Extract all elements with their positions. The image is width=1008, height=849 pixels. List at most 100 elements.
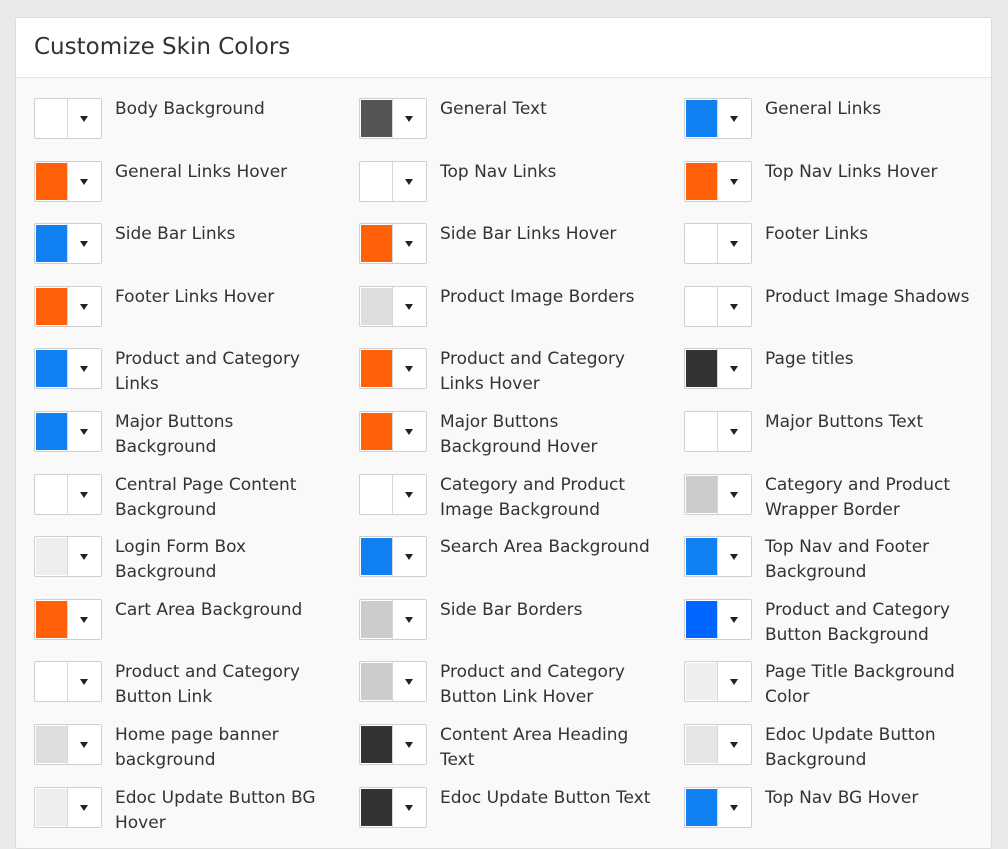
color-swatch[interactable] [686, 162, 719, 200]
color-picker-page-titles[interactable] [684, 348, 752, 390]
dropdown-toggle[interactable] [67, 474, 101, 514]
color-swatch[interactable] [36, 663, 69, 701]
color-swatch[interactable] [686, 538, 719, 576]
dropdown-toggle[interactable] [717, 537, 751, 577]
color-swatch[interactable] [686, 412, 719, 450]
color-swatch[interactable] [36, 475, 69, 513]
color-picker-side-bar-links[interactable] [34, 223, 102, 265]
color-picker-cart-area-background[interactable] [34, 598, 102, 640]
color-picker-category-and-product-wrapper-border[interactable] [684, 473, 752, 515]
color-swatch[interactable] [686, 225, 719, 263]
color-picker-major-buttons-text[interactable] [684, 410, 752, 452]
color-picker-general-text[interactable] [359, 98, 427, 139]
dropdown-toggle[interactable] [392, 349, 426, 389]
dropdown-toggle[interactable] [717, 161, 751, 201]
color-picker-general-links-hover[interactable] [34, 160, 102, 202]
color-picker-category-and-product-image-background[interactable] [359, 473, 427, 515]
color-swatch[interactable] [686, 788, 719, 826]
color-swatch[interactable] [686, 600, 719, 638]
color-swatch[interactable] [361, 600, 394, 638]
color-picker-top-nav-and-footer-background[interactable] [684, 536, 752, 578]
dropdown-toggle[interactable] [67, 411, 101, 451]
color-swatch[interactable] [36, 788, 69, 826]
color-swatch[interactable] [361, 538, 394, 576]
color-picker-footer-links-hover[interactable] [34, 285, 102, 327]
color-swatch[interactable] [36, 600, 69, 638]
color-swatch[interactable] [361, 725, 394, 763]
color-picker-product-and-category-button-link-hover[interactable] [359, 661, 427, 703]
color-picker-edoc-update-button-bg-hover[interactable] [34, 786, 102, 828]
color-swatch[interactable] [36, 100, 69, 137]
dropdown-toggle[interactable] [392, 724, 426, 764]
dropdown-toggle[interactable] [392, 474, 426, 514]
dropdown-toggle[interactable] [392, 224, 426, 264]
dropdown-toggle[interactable] [392, 99, 426, 138]
color-swatch[interactable] [361, 475, 394, 513]
color-picker-general-links[interactable] [684, 98, 752, 139]
color-swatch[interactable] [36, 538, 69, 576]
color-picker-top-nav-bg-hover[interactable] [684, 786, 752, 828]
color-swatch[interactable] [361, 225, 394, 263]
color-picker-product-and-category-links-hover[interactable] [359, 348, 427, 390]
color-swatch[interactable] [36, 162, 69, 200]
color-swatch[interactable] [686, 725, 719, 763]
dropdown-toggle[interactable] [67, 161, 101, 201]
dropdown-toggle[interactable] [67, 224, 101, 264]
dropdown-toggle[interactable] [67, 599, 101, 639]
dropdown-toggle[interactable] [67, 724, 101, 764]
dropdown-toggle[interactable] [717, 349, 751, 389]
dropdown-toggle[interactable] [717, 474, 751, 514]
color-picker-product-and-category-links[interactable] [34, 348, 102, 390]
color-swatch[interactable] [686, 350, 719, 388]
color-picker-product-and-category-button-link[interactable] [34, 661, 102, 703]
color-swatch[interactable] [361, 788, 394, 826]
color-swatch[interactable] [36, 225, 69, 263]
color-swatch[interactable] [686, 475, 719, 513]
color-swatch[interactable] [361, 100, 394, 137]
color-swatch[interactable] [36, 287, 69, 325]
dropdown-toggle[interactable] [67, 537, 101, 577]
dropdown-toggle[interactable] [392, 662, 426, 702]
dropdown-toggle[interactable] [392, 537, 426, 577]
color-swatch[interactable] [361, 663, 394, 701]
dropdown-toggle[interactable] [67, 286, 101, 326]
dropdown-toggle[interactable] [717, 99, 751, 138]
color-swatch[interactable] [686, 663, 719, 701]
dropdown-toggle[interactable] [392, 599, 426, 639]
color-picker-central-page-content-background[interactable] [34, 473, 102, 515]
dropdown-toggle[interactable] [717, 724, 751, 764]
dropdown-toggle[interactable] [392, 286, 426, 326]
color-picker-product-and-category-button-background[interactable] [684, 598, 752, 640]
color-picker-product-image-borders[interactable] [359, 285, 427, 327]
color-swatch[interactable] [686, 287, 719, 325]
color-picker-side-bar-borders[interactable] [359, 598, 427, 640]
color-picker-search-area-background[interactable] [359, 536, 427, 578]
color-picker-body-background[interactable] [34, 98, 102, 139]
color-picker-major-buttons-background-hover[interactable] [359, 410, 427, 452]
color-picker-footer-links[interactable] [684, 223, 752, 265]
dropdown-toggle[interactable] [67, 662, 101, 702]
dropdown-toggle[interactable] [67, 99, 101, 138]
color-picker-top-nav-links[interactable] [359, 160, 427, 202]
dropdown-toggle[interactable] [717, 599, 751, 639]
color-picker-content-area-heading-text[interactable] [359, 723, 427, 765]
color-picker-product-image-shadows[interactable] [684, 285, 752, 327]
color-picker-side-bar-links-hover[interactable] [359, 223, 427, 265]
color-swatch[interactable] [361, 412, 394, 450]
color-picker-home-page-banner-background[interactable] [34, 723, 102, 765]
color-swatch[interactable] [361, 287, 394, 325]
color-swatch[interactable] [36, 350, 69, 388]
dropdown-toggle[interactable] [717, 662, 751, 702]
color-swatch[interactable] [686, 100, 719, 137]
color-picker-major-buttons-background[interactable] [34, 410, 102, 452]
dropdown-toggle[interactable] [392, 411, 426, 451]
dropdown-toggle[interactable] [717, 411, 751, 451]
dropdown-toggle[interactable] [392, 161, 426, 201]
color-swatch[interactable] [361, 350, 394, 388]
color-swatch[interactable] [361, 162, 394, 200]
dropdown-toggle[interactable] [717, 286, 751, 326]
dropdown-toggle[interactable] [67, 349, 101, 389]
color-picker-edoc-update-button-text[interactable] [359, 786, 427, 828]
color-picker-page-title-background-color[interactable] [684, 661, 752, 703]
dropdown-toggle[interactable] [717, 224, 751, 264]
